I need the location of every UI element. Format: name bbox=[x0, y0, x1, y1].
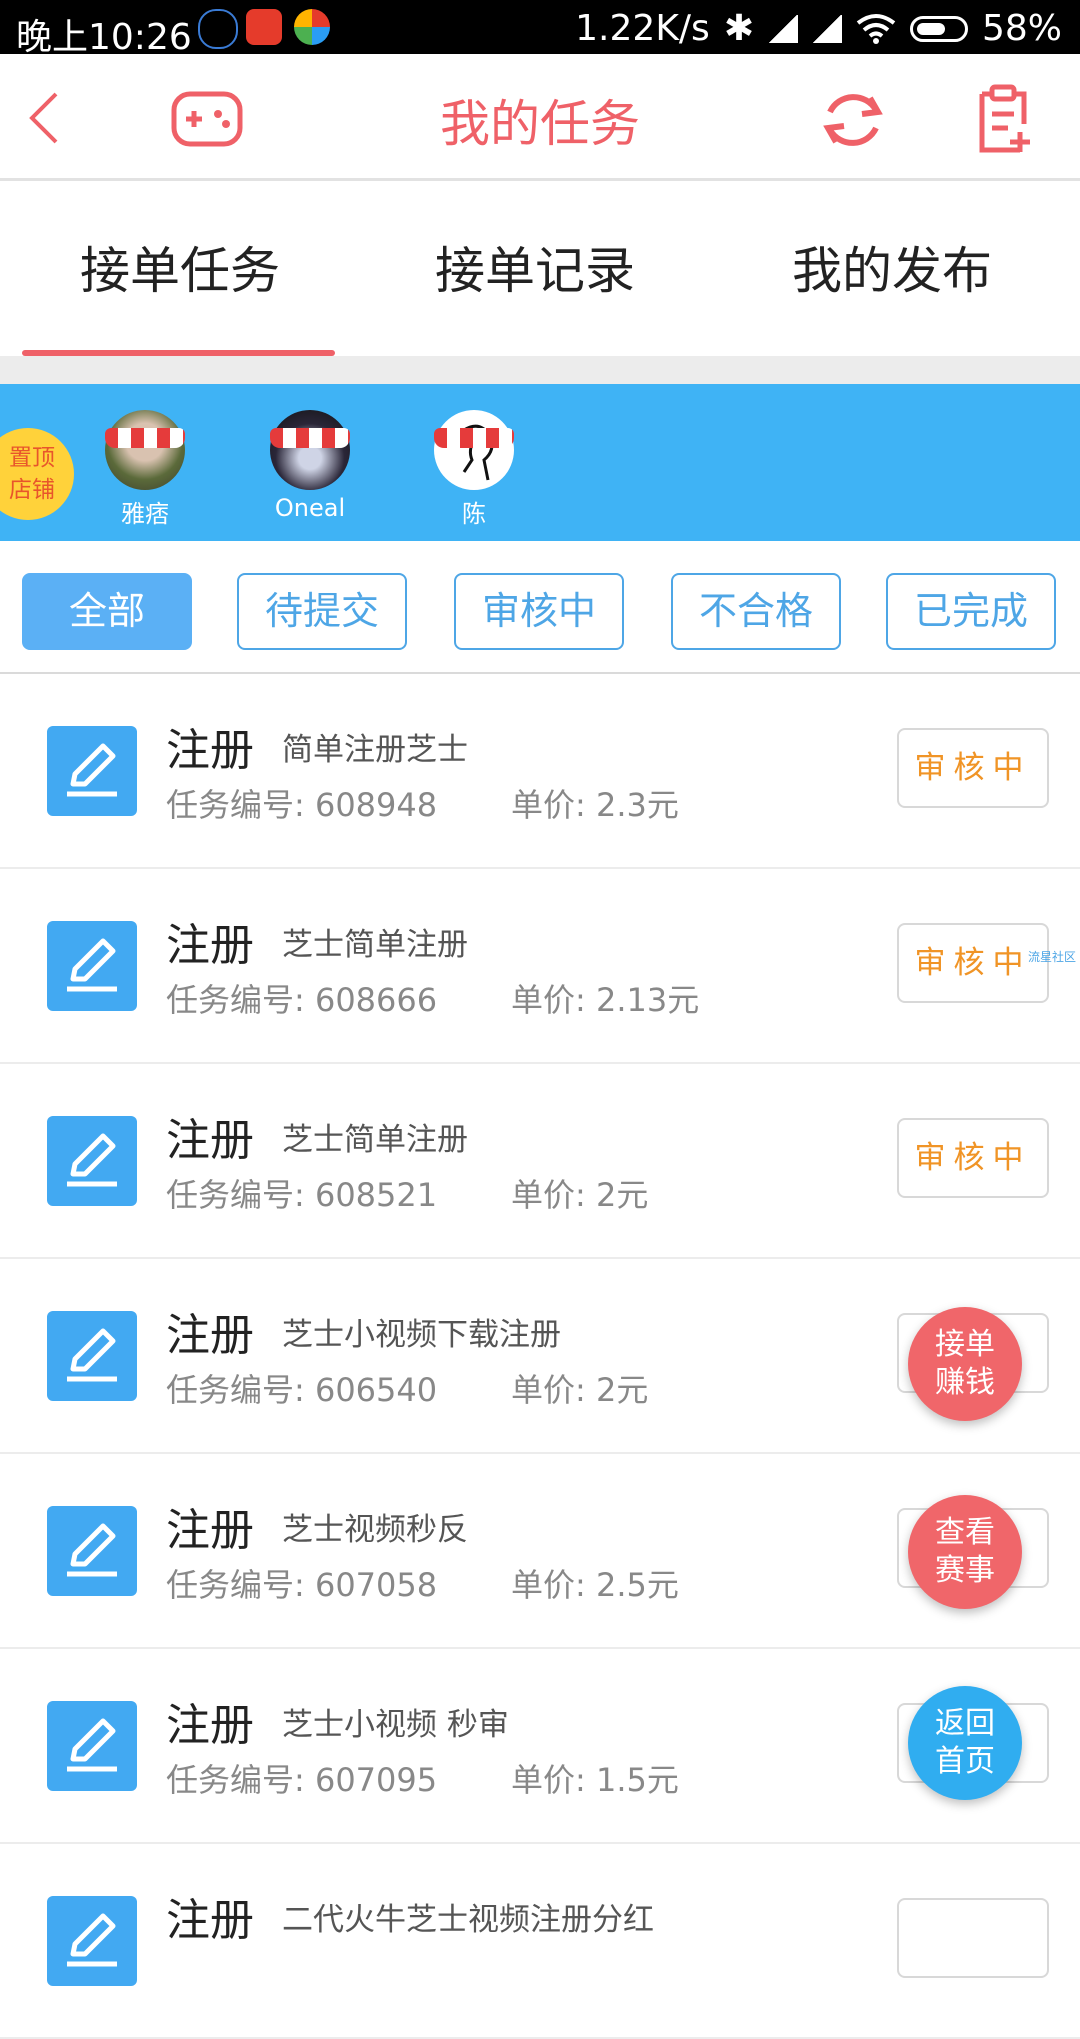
task-price: 单价: 2元 bbox=[511, 1176, 649, 1214]
task-price: 单价: 2.13元 bbox=[511, 981, 700, 1019]
shop-avatar bbox=[105, 410, 185, 490]
task-number: 任务编号: 606540 bbox=[166, 1371, 438, 1409]
tab-accept-tasks[interactable]: 接单任务 bbox=[0, 231, 360, 303]
task-name: 芝士小视频下载注册 bbox=[282, 1317, 561, 1353]
shop-item[interactable]: 雅痞 bbox=[90, 410, 200, 529]
app-notification-icon bbox=[246, 9, 282, 45]
task-number: 任务编号: 608666 bbox=[166, 981, 438, 1019]
filter-pending-submit[interactable]: 待提交 bbox=[237, 573, 407, 650]
wifi-icon bbox=[856, 13, 896, 44]
task-row[interactable]: 注册 芝士简单注册任务编号: 608521 单价: 2元 审核中 bbox=[0, 1064, 1080, 1259]
fab-line1: 返回 bbox=[935, 1706, 995, 1741]
task-name: 芝士简单注册 bbox=[282, 927, 468, 963]
task-type: 注册 bbox=[166, 1505, 254, 1556]
task-type: 注册 bbox=[166, 1700, 254, 1751]
task-price: 单价: 1.5元 bbox=[511, 1761, 679, 1799]
filter-under-review[interactable]: 审核中 bbox=[454, 573, 624, 650]
task-number: 任务编号: 607095 bbox=[166, 1761, 438, 1799]
task-status-button[interactable]: 审核中 bbox=[897, 728, 1049, 808]
fab-line1: 查看 bbox=[935, 1515, 995, 1550]
back-home-button[interactable]: 返回 首页 bbox=[908, 1686, 1022, 1800]
pinned-badge-line1: 置顶 bbox=[9, 445, 55, 471]
task-number: 任务编号: 608521 bbox=[166, 1176, 438, 1214]
edit-pencil-icon bbox=[47, 921, 137, 1011]
battery-icon bbox=[909, 15, 968, 42]
task-number: 任务编号: 608948 bbox=[166, 786, 438, 824]
task-status-button[interactable]: 审核中 bbox=[897, 1118, 1049, 1198]
battery-percent: 58% bbox=[981, 8, 1062, 49]
shop-item[interactable]: Oneal bbox=[255, 410, 365, 522]
task-type: 注册 bbox=[166, 920, 254, 971]
filter-failed[interactable]: 不合格 bbox=[671, 573, 841, 650]
fab-line1: 接单 bbox=[935, 1327, 995, 1362]
shop-awning-icon bbox=[270, 428, 350, 448]
task-name: 芝士视频秒反 bbox=[282, 1512, 468, 1548]
task-name: 二代火牛芝士视频注册分红 bbox=[282, 1902, 654, 1938]
shop-name: 雅痞 bbox=[121, 500, 169, 528]
task-row[interactable]: 注册 二代火牛芝士视频注册分红 bbox=[0, 1844, 1080, 2039]
task-type: 注册 bbox=[166, 725, 254, 776]
edit-pencil-icon bbox=[47, 1896, 137, 1986]
task-type: 注册 bbox=[166, 1115, 254, 1166]
task-status-button[interactable]: 审核中 bbox=[897, 923, 1049, 1003]
bluetooth-icon: ✱ bbox=[723, 8, 754, 49]
task-price: 单价: 2元 bbox=[511, 1371, 649, 1409]
page-title: 我的任务 bbox=[440, 95, 640, 153]
task-name: 芝士简单注册 bbox=[282, 1122, 468, 1158]
pinned-shops-bar: 置顶 店铺 雅痞 Oneal 陈 bbox=[0, 384, 1080, 541]
document-add-icon[interactable] bbox=[974, 84, 1040, 156]
sketch-portrait-icon bbox=[462, 424, 494, 481]
filter-completed[interactable]: 已完成 bbox=[886, 573, 1056, 650]
task-type: 注册 bbox=[166, 1310, 254, 1361]
browser-notification-icon bbox=[294, 9, 330, 45]
edit-pencil-icon bbox=[47, 1311, 137, 1401]
status-bar: 晚上10:26 1.22K/s ✱ 58% bbox=[0, 0, 1080, 58]
shop-name: 陈 bbox=[462, 500, 486, 528]
task-price: 单价: 2.5元 bbox=[511, 1566, 679, 1604]
refresh-icon[interactable] bbox=[818, 88, 888, 152]
shop-avatar bbox=[434, 410, 514, 490]
task-row[interactable]: 注册 芝士简单注册任务编号: 608666 单价: 2.13元 审核中 bbox=[0, 869, 1080, 1064]
edit-pencil-icon bbox=[47, 1506, 137, 1596]
task-status-button[interactable] bbox=[897, 1898, 1049, 1978]
section-divider bbox=[0, 356, 1080, 384]
task-row[interactable]: 注册 简单注册芝士任务编号: 608948 单价: 2.3元 审核中 bbox=[0, 674, 1080, 869]
view-events-button[interactable]: 查看 赛事 bbox=[908, 1495, 1022, 1609]
fab-line2: 首页 bbox=[935, 1744, 995, 1779]
tab-my-publish[interactable]: 我的发布 bbox=[712, 231, 1072, 303]
tab-accept-records[interactable]: 接单记录 bbox=[355, 231, 715, 303]
fab-line2: 赚钱 bbox=[935, 1365, 995, 1400]
status-filter-bar: 全部 待提交 审核中 不合格 已完成 bbox=[0, 541, 1080, 675]
shop-avatar bbox=[270, 410, 350, 490]
shop-awning-icon bbox=[105, 428, 185, 448]
fab-line2: 赛事 bbox=[935, 1553, 995, 1588]
task-number: 任务编号: 607058 bbox=[166, 1566, 438, 1604]
edit-pencil-icon bbox=[47, 726, 137, 816]
signal-icon-2 bbox=[811, 14, 842, 43]
status-time: 晚上10:26 bbox=[16, 17, 192, 58]
qq-notification-icon bbox=[198, 9, 238, 49]
app-header: 我的任务 bbox=[0, 54, 1080, 181]
edit-pencil-icon bbox=[47, 1116, 137, 1206]
edit-pencil-icon bbox=[47, 1701, 137, 1791]
shop-item[interactable]: 陈 bbox=[419, 410, 529, 529]
task-type: 注册 bbox=[166, 1895, 254, 1946]
task-tabs: 接单任务 接单记录 我的发布 bbox=[0, 181, 1080, 356]
signal-icon bbox=[767, 14, 798, 43]
filter-all[interactable]: 全部 bbox=[22, 573, 192, 650]
task-price: 单价: 2.3元 bbox=[511, 786, 679, 824]
task-name: 芝士小视频 秒审 bbox=[282, 1707, 509, 1743]
shop-awning-icon bbox=[434, 428, 514, 448]
watermark-text: 流星社区 bbox=[1028, 950, 1077, 964]
task-name: 简单注册芝士 bbox=[282, 732, 468, 768]
shop-name: Oneal bbox=[274, 494, 346, 522]
pinned-badge-line2: 店铺 bbox=[9, 477, 55, 503]
accept-order-earn-button[interactable]: 接单 赚钱 bbox=[908, 1307, 1022, 1421]
network-speed: 1.22K/s bbox=[575, 8, 710, 49]
pinned-shop-badge[interactable]: 置顶 店铺 bbox=[0, 428, 74, 520]
